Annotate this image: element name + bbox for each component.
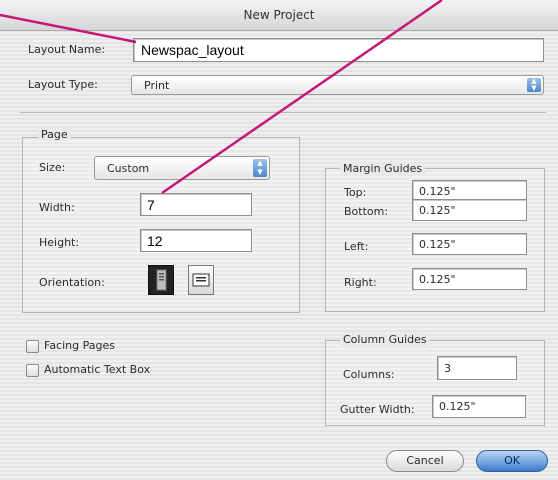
- annotation-line-width: [161, 0, 443, 195]
- annotation-line-layout-name: [0, 13, 137, 44]
- annotation-overlay: [0, 0, 443, 195]
